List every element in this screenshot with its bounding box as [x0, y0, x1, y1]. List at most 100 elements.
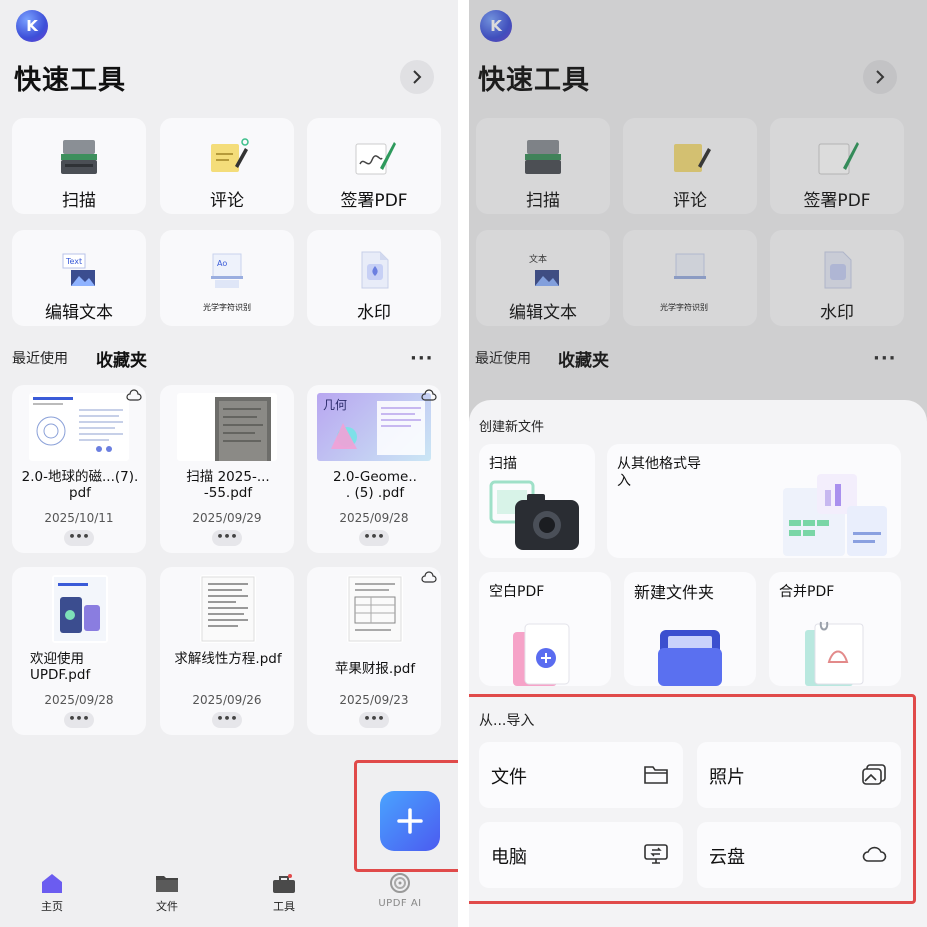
tool-comment[interactable]: 评论: [160, 118, 294, 214]
import-from-files-button[interactable]: 文件: [479, 742, 683, 808]
file-thumbnail: [29, 393, 129, 461]
file-date: 2025/10/11: [44, 511, 114, 525]
tool-label: 签署PDF: [340, 191, 408, 211]
create-label: 扫描: [489, 456, 517, 472]
tool-edit-text[interactable]: Text 编辑文本: [12, 230, 146, 326]
import-formats-icon: [783, 474, 887, 556]
watermark-icon: [361, 251, 389, 289]
toolbox-icon: [273, 874, 295, 893]
create-section-heading: 创建新文件: [479, 420, 545, 435]
file-more-button[interactable]: •••: [212, 712, 242, 728]
file-date: 2025/09/28: [339, 511, 409, 525]
import-label: 云盘: [709, 847, 745, 868]
file-more-button[interactable]: •••: [359, 530, 389, 546]
tool-label: 光学字符识别: [203, 303, 251, 312]
tab-favorites[interactable]: 收藏夹: [96, 346, 147, 371]
file-date: 2025/09/23: [339, 693, 409, 707]
import-label: 照片: [709, 767, 745, 788]
file-date: 2025/09/29: [192, 511, 262, 525]
import-label: 电脑: [491, 847, 527, 868]
file-name: 苹果财报.pdf: [334, 661, 416, 677]
cloud-icon: [862, 846, 887, 862]
file-card[interactable]: 扫描 2025-... -55.pdf 2025/09/29 •••: [160, 385, 294, 553]
cloud-sync-icon: [421, 571, 437, 583]
import-from-cloud-button[interactable]: 云盘: [697, 822, 901, 888]
tool-label: 评论: [210, 191, 244, 211]
nav-home[interactable]: 主页: [17, 872, 87, 914]
tool-label: 水印: [357, 303, 391, 323]
file-thumbnail: [52, 575, 108, 643]
comment-note-icon: [211, 138, 249, 172]
avatar[interactable]: K: [16, 10, 48, 42]
nav-label: 工具: [273, 900, 295, 913]
quick-tools-more-button[interactable]: [400, 60, 434, 94]
more-options-button[interactable]: ···: [410, 348, 434, 369]
edit-text-icon: Text: [62, 253, 95, 286]
camera-icon: [489, 480, 579, 550]
nav-files[interactable]: 文件: [132, 872, 202, 914]
svg-text:Ao: Ao: [217, 259, 227, 268]
file-thumbnail: [177, 393, 277, 461]
create-scan-tile[interactable]: 扫描: [479, 444, 595, 558]
create-label: 合并PDF: [779, 584, 835, 600]
tool-watermark[interactable]: 水印: [307, 230, 441, 326]
import-from-computer-button[interactable]: 电脑: [479, 822, 683, 888]
new-folder-tile[interactable]: 新建文件夹: [624, 572, 756, 686]
merge-pdf-tile[interactable]: 合并PDF: [769, 572, 901, 686]
create-label: 空白PDF: [489, 584, 545, 600]
tab-recent[interactable]: 最近使用: [12, 348, 68, 368]
tool-label: 编辑文本: [45, 303, 113, 323]
plus-icon: [397, 808, 423, 834]
blank-pdf-icon: [513, 623, 570, 686]
file-name: 2.0-Geome.. . (5) .pdf: [333, 469, 417, 501]
svg-text:几何: 几何: [323, 398, 347, 412]
ocr-icon: Ao: [211, 253, 243, 288]
file-card[interactable]: 2.0-地球的磁...(7). pdf 2025/10/11 •••: [12, 385, 146, 553]
cloud-sync-icon: [421, 389, 437, 401]
file-more-button[interactable]: •••: [64, 530, 94, 546]
tool-ocr[interactable]: Ao 光学字符识别: [160, 230, 294, 326]
file-card[interactable]: 欢迎使用 UPDF.pdf 2025/09/28 •••: [12, 567, 146, 735]
file-more-button[interactable]: •••: [359, 712, 389, 728]
nav-label: UPDF AI: [378, 898, 422, 909]
nav-updf-ai[interactable]: UPDF AI: [365, 872, 435, 909]
file-thumbnail: [347, 575, 403, 643]
import-other-formats-tile[interactable]: 从其他格式导 入: [607, 444, 901, 558]
folder-icon: [156, 876, 178, 892]
file-card[interactable]: 求解线性方程.pdf 2025/09/26 •••: [160, 567, 294, 735]
add-button[interactable]: [380, 791, 440, 851]
nav-tools[interactable]: 工具: [249, 872, 319, 914]
svg-text:Text: Text: [65, 257, 82, 266]
file-card[interactable]: 苹果财报.pdf 2025/09/23 •••: [307, 567, 441, 735]
nav-label: 文件: [156, 900, 178, 913]
cloud-sync-icon: [126, 389, 142, 401]
file-name: 求解线性方程.pdf: [174, 651, 282, 667]
computer-icon: [644, 844, 668, 864]
file-more-button[interactable]: •••: [64, 712, 94, 728]
sign-pen-icon: [355, 142, 396, 175]
file-name: 欢迎使用 UPDF.pdf: [30, 651, 91, 683]
import-section-heading: 从...导入: [479, 713, 535, 729]
file-thumbnail: [200, 575, 256, 643]
page-title: 快速工具: [14, 65, 126, 96]
blank-pdf-tile[interactable]: 空白PDF: [479, 572, 611, 686]
scanner-icon: [61, 140, 97, 174]
home-screen-with-create-sheet: K 快速工具 扫描 评论 签署PDF 文本 编辑文本 光学字符识别 水印 最近使…: [469, 0, 927, 927]
ai-swirl-icon: [390, 873, 410, 893]
photos-icon: [862, 764, 886, 785]
file-name: 2.0-地球的磁...(7). pdf: [21, 469, 139, 501]
file-card[interactable]: 几何 2.0-Geome.. . (5) .pdf 2025/09/28 •••: [307, 385, 441, 553]
import-label: 文件: [491, 767, 527, 788]
create-bottom-sheet: 创建新文件 扫描 从其他格式导 入 空白PDF 新建文件夹 合并PDF 从...…: [469, 400, 927, 927]
nav-label: 主页: [41, 900, 63, 913]
home-icon: [42, 874, 62, 893]
file-more-button[interactable]: •••: [212, 530, 242, 546]
file-date: 2025/09/26: [192, 693, 262, 707]
create-label: 从其他格式导 入: [617, 456, 701, 489]
tool-scan[interactable]: 扫描: [12, 118, 146, 214]
chevron-right-icon: [413, 70, 422, 84]
tool-sign-pdf[interactable]: 签署PDF: [307, 118, 441, 214]
import-from-photos-button[interactable]: 照片: [697, 742, 901, 808]
folder-outline-icon: [644, 766, 668, 784]
new-folder-icon: [658, 630, 722, 686]
